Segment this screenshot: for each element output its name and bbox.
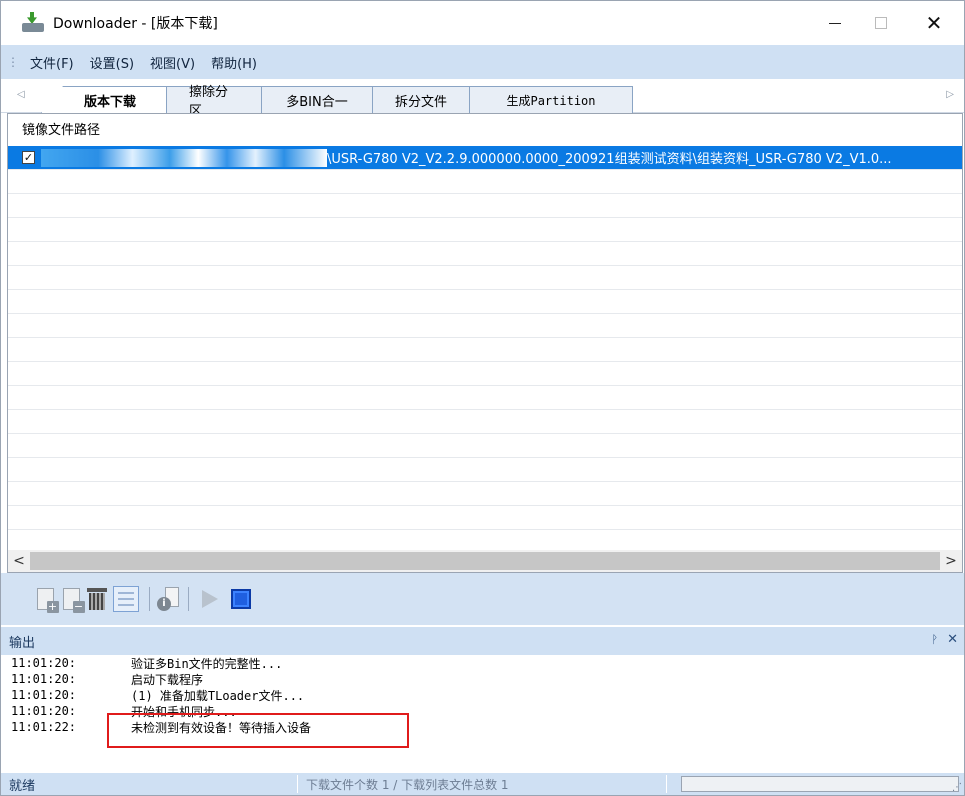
image-file-list: 镜像文件路径 ✓ \USR-G780 V2_V2.2.9.000000.0000… [7,113,963,573]
menu-settings[interactable]: 设置(S) [87,51,137,74]
empty-row [8,362,962,386]
scrollbar-thumb[interactable] [30,552,940,570]
toolbar-separator [149,587,150,611]
stop-icon [231,589,251,609]
list-view-button[interactable] [111,585,141,613]
empty-row [8,314,962,338]
minimize-button[interactable] [812,1,858,45]
status-separator [297,775,298,793]
empty-row [8,482,962,506]
remove-file-icon: − [62,588,85,613]
empty-row [8,242,962,266]
pin-icon[interactable]: ᚹ [931,633,938,646]
trash-icon [87,588,107,610]
redacted-path-segment [41,148,327,167]
scroll-right-icon[interactable]: > [940,553,962,569]
menu-file[interactable]: 文件(F) [27,51,77,74]
tab-multi-bin-merge[interactable]: 多BIN合一 [261,86,373,113]
tab-scroll-left-icon[interactable]: ◁ [17,89,25,100]
log-time: 11:01:20: [11,672,77,686]
info-icon: i [157,587,179,611]
add-file-icon: + [36,588,59,613]
tab-strip: 版本下载 擦除分区 多BIN合一 拆分文件 生成Partition [41,85,633,119]
empty-row [8,506,962,530]
log-time: 11:01:20: [11,656,77,670]
empty-row [8,434,962,458]
log-line: 11:01:20: (1) 准备加载TLoader文件... [7,687,963,703]
tab-scroll-right-icon[interactable]: ▷ [946,89,954,100]
list-rows: ✓ \USR-G780 V2_V2.2.9.000000.0000_200921… [8,146,962,554]
log-message: 启动下载程序 [131,672,204,687]
output-title: 输出 [9,635,36,651]
log-message: 验证多Bin文件的完整性... [131,656,283,671]
menu-bar: ⋮ 文件(F) 设置(S) 视图(V) 帮助(H) [1,45,964,79]
menu-view[interactable]: 视图(V) [147,51,198,74]
play-icon [202,590,218,608]
tab-version-download[interactable]: 版本下载 [41,86,167,113]
list-item[interactable]: ✓ \USR-G780 V2_V2.2.9.000000.0000_200921… [8,146,962,170]
column-header-image-path[interactable]: 镜像文件路径 [8,114,962,142]
log-time: 11:01:20: [11,688,77,702]
close-button[interactable]: ✕ [904,1,964,45]
window-controls: ✕ [812,1,964,45]
action-toolbar: + − i [1,573,964,625]
empty-row [8,410,962,434]
app-download-icon [21,11,47,35]
remove-file-button[interactable]: − [59,585,85,613]
status-file-count: 下载文件个数 1 / 下载列表文件总数 1 [306,777,509,792]
file-path-text: \USR-G780 V2_V2.2.9.000000.0000_200921组装… [327,152,892,167]
delete-button[interactable] [85,585,109,613]
empty-row [8,386,962,410]
status-ready: 就绪 [9,778,36,794]
downloader-window: Downloader - [版本下载] ✕ ⋮ 文件(F) 设置(S) 视图(V… [0,0,965,796]
start-button[interactable] [195,585,219,613]
tab-generate-partition[interactable]: 生成Partition [469,86,633,113]
maximize-button[interactable] [858,1,904,45]
resize-grip-icon[interactable]: ⋰ [952,782,962,793]
stop-button[interactable] [229,585,253,613]
empty-row [8,338,962,362]
horizontal-scrollbar[interactable]: < > [8,550,962,572]
output-log: 11:01:20: 验证多Bin文件的完整性... 11:01:20: 启动下载… [7,655,963,773]
list-icon [113,586,139,612]
output-panel-header: 输出 ᚹ ✕ [1,627,964,655]
file-info-button[interactable]: i [156,585,180,613]
window-title: Downloader - [版本下载] [53,16,218,32]
empty-row [8,194,962,218]
empty-row [8,266,962,290]
download-progress-bar [681,776,959,792]
empty-row [8,218,962,242]
toolbar-separator [188,587,189,611]
title-bar: Downloader - [版本下载] ✕ [1,1,964,45]
tab-erase-partition[interactable]: 擦除分区 [166,85,262,119]
add-file-button[interactable]: + [33,585,59,613]
empty-row [8,170,962,194]
output-close-icon[interactable]: ✕ [947,632,958,647]
menu-help[interactable]: 帮助(H) [208,51,260,74]
row-checkbox[interactable]: ✓ [22,151,35,164]
tab-split-file[interactable]: 拆分文件 [372,86,470,113]
log-message: (1) 准备加载TLoader文件... [131,688,305,703]
tab-bar: ◁ 版本下载 擦除分区 多BIN合一 拆分文件 生成Partition ▷ [1,79,964,119]
empty-row [8,290,962,314]
empty-row [8,458,962,482]
scroll-left-icon[interactable]: < [8,553,30,569]
red-highlight-box [107,713,409,748]
status-bar: 就绪 下载文件个数 1 / 下载列表文件总数 1 ⋰ [1,773,964,795]
log-line: 11:01:20: 启动下载程序 [7,671,963,687]
menu-grip-icon: ⋮ [7,55,19,69]
log-line: 11:01:20: 验证多Bin文件的完整性... [7,655,963,671]
status-separator [666,775,667,793]
